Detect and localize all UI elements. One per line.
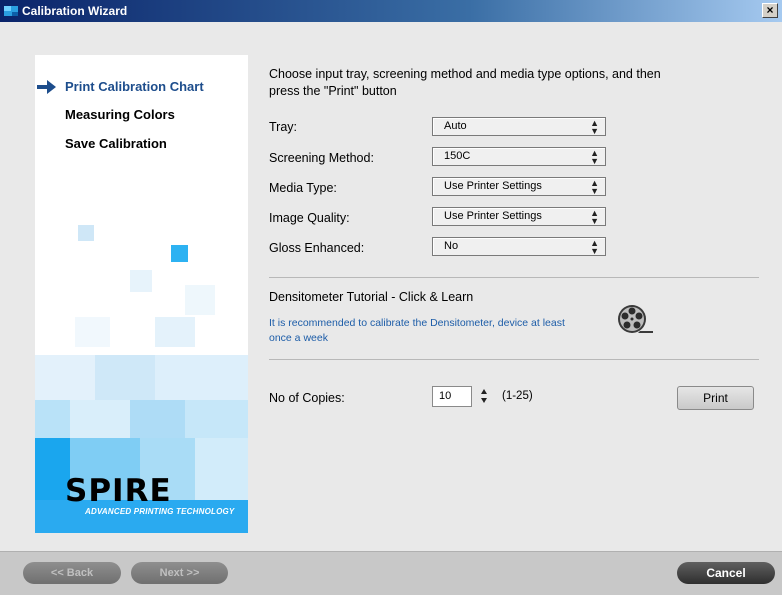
wizard-footer: << Back Next >> Cancel xyxy=(0,551,782,595)
copies-range: (1-25) xyxy=(502,390,533,402)
spire-logo: SPIRE xyxy=(65,473,172,509)
updown-arrow-icon: ▲ ▼ xyxy=(590,178,599,196)
decor-tile xyxy=(35,400,70,438)
decor-tile xyxy=(95,355,155,400)
title-bar: Calibration Wizard × xyxy=(0,0,782,22)
calibration-wizard-window: Calibration Wizard × Print Calibration C… xyxy=(0,0,782,595)
decor-tile xyxy=(171,245,188,262)
gloss-enhanced-label: Gloss Enhanced: xyxy=(269,241,365,255)
decor-tile xyxy=(35,355,95,400)
decor-tile xyxy=(70,400,130,438)
close-button[interactable]: × xyxy=(762,3,778,18)
updown-arrow-icon: ▲ ▼ xyxy=(590,148,599,166)
screening-method-select[interactable]: 150C ▲ ▼ xyxy=(432,147,606,166)
divider xyxy=(269,277,759,278)
media-type-select[interactable]: Use Printer Settings ▲ ▼ xyxy=(432,177,606,196)
tutorial-link[interactable]: It is recommended to calibrate the Densi… xyxy=(269,316,569,346)
tray-label: Tray: xyxy=(269,120,298,134)
step-print-calibration-chart: Print Calibration Chart xyxy=(65,79,204,94)
divider xyxy=(269,359,759,360)
media-type-value: Use Printer Settings xyxy=(444,180,542,192)
decor-tile xyxy=(155,355,248,400)
screening-method-value: 150C xyxy=(444,150,471,162)
decor-tile xyxy=(130,270,152,292)
step-measuring-colors: Measuring Colors xyxy=(65,107,175,122)
updown-arrow-icon: ▲ ▼ xyxy=(590,208,599,226)
image-quality-select[interactable]: Use Printer Settings ▲ ▼ xyxy=(432,207,606,226)
copies-input[interactable]: 10 xyxy=(432,386,472,407)
app-icon xyxy=(4,6,18,16)
film-reel-icon[interactable] xyxy=(614,302,654,336)
wizard-sidebar: Print Calibration Chart Measuring Colors… xyxy=(35,55,248,533)
back-button[interactable]: << Back xyxy=(23,562,121,584)
print-button[interactable]: Print xyxy=(677,386,754,410)
tray-value: Auto xyxy=(444,120,467,132)
decor-tile xyxy=(185,285,215,315)
copies-stepper[interactable] xyxy=(478,385,490,407)
gloss-enhanced-value: No xyxy=(444,240,459,252)
image-quality-value: Use Printer Settings xyxy=(444,210,542,222)
updown-arrow-icon: ▲ ▼ xyxy=(590,238,599,256)
screening-method-label: Screening Method: xyxy=(269,151,374,165)
decor-tile xyxy=(78,225,94,241)
tutorial-title: Densitometer Tutorial - Click & Learn xyxy=(269,290,474,304)
decor-tile xyxy=(155,317,195,347)
current-step-arrow-icon xyxy=(37,80,56,94)
media-type-label: Media Type: xyxy=(269,181,337,195)
step-save-calibration: Save Calibration xyxy=(65,136,167,151)
image-quality-label: Image Quality: xyxy=(269,211,350,225)
copies-label: No of Copies: xyxy=(269,391,345,405)
decor-tile xyxy=(130,400,185,438)
tray-select[interactable]: Auto ▲ ▼ xyxy=(432,117,606,136)
updown-arrow-icon: ▲ ▼ xyxy=(590,118,599,136)
cancel-button[interactable]: Cancel xyxy=(677,562,775,584)
instruction-text: Choose input tray, screening method and … xyxy=(269,67,661,98)
gloss-enhanced-select[interactable]: No ▲ ▼ xyxy=(432,237,606,256)
next-button[interactable]: Next >> xyxy=(131,562,228,584)
decor-tile xyxy=(185,400,248,438)
window-title: Calibration Wizard xyxy=(22,4,128,18)
spire-logo-tagline: ADVANCED PRINTING TECHNOLOGY xyxy=(85,507,235,516)
decor-tile xyxy=(75,317,110,347)
